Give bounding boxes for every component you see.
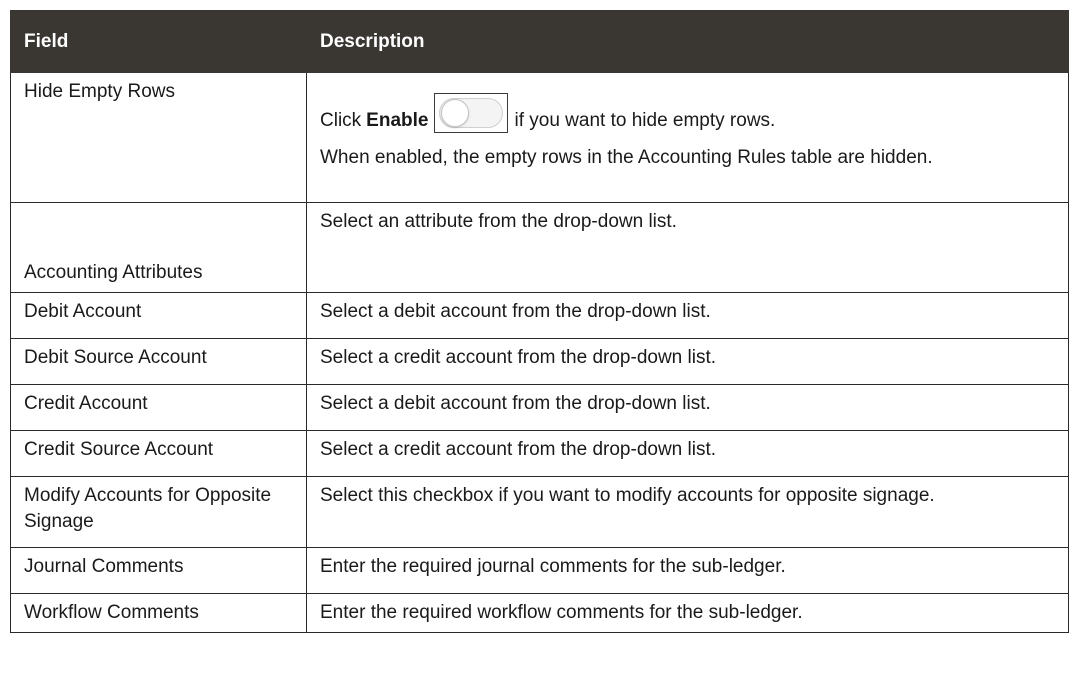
description-cell: Select a debit account from the drop-dow… bbox=[306, 384, 1069, 431]
description-cell: Enter the required workflow comments for… bbox=[306, 593, 1069, 633]
description-cell: Enter the required journal comments for … bbox=[306, 547, 1069, 594]
field-cell: Credit Account bbox=[10, 384, 307, 431]
field-cell: Hide Empty Rows bbox=[10, 72, 307, 203]
field-cell: Journal Comments bbox=[10, 547, 307, 594]
field-cell: Debit Source Account bbox=[10, 338, 307, 385]
table-row: Credit Account Select a debit account fr… bbox=[10, 384, 1069, 431]
description-cell: Click Enable if you want to hide empty r… bbox=[306, 72, 1069, 203]
document-page: Field Description Hide Empty Rows Click … bbox=[0, 0, 1077, 685]
table-row: Debit Source Account Select a credit acc… bbox=[10, 338, 1069, 385]
after-toggle-text: if you want to hide empty rows. bbox=[514, 110, 776, 131]
field-cell: Debit Account bbox=[10, 292, 307, 339]
toggle-knob bbox=[441, 99, 470, 127]
table-row: Workflow Comments Enter the required wor… bbox=[10, 593, 1069, 633]
enable-text: Enable bbox=[366, 110, 429, 131]
description-cell: Select a credit account from the drop-do… bbox=[306, 430, 1069, 477]
table-row: Accounting Attributes Select an attribut… bbox=[10, 202, 1069, 293]
description-cell: Select an attribute from the drop-down l… bbox=[306, 202, 1069, 293]
enable-toggle-image bbox=[434, 93, 509, 133]
click-text: Click bbox=[320, 110, 362, 131]
table-header-row: Field Description bbox=[10, 10, 1069, 73]
field-cell: Modify Accounts for Opposite Signage bbox=[10, 476, 307, 548]
field-description-table: Field Description Hide Empty Rows Click … bbox=[10, 10, 1069, 633]
description-cell: Select a debit account from the drop-dow… bbox=[306, 292, 1069, 339]
field-cell: Accounting Attributes bbox=[10, 202, 307, 293]
header-description: Description bbox=[306, 10, 1069, 73]
field-cell: Credit Source Account bbox=[10, 430, 307, 477]
description-cell: Select a credit account from the drop-do… bbox=[306, 338, 1069, 385]
table-row-hide-empty-rows: Hide Empty Rows Click Enable if you want… bbox=[10, 72, 1069, 203]
table-row: Debit Account Select a debit account fro… bbox=[10, 292, 1069, 339]
toggle-track bbox=[439, 98, 504, 128]
field-cell: Workflow Comments bbox=[10, 593, 307, 633]
table-row: Modify Accounts for Opposite Signage Sel… bbox=[10, 476, 1069, 548]
table-row: Journal Comments Enter the required jour… bbox=[10, 547, 1069, 594]
description-cell: Select this checkbox if you want to modi… bbox=[306, 476, 1069, 548]
hide-empty-rows-note: When enabled, the empty rows in the Acco… bbox=[320, 147, 933, 168]
header-field: Field bbox=[10, 10, 307, 73]
table-row: Credit Source Account Select a credit ac… bbox=[10, 430, 1069, 477]
